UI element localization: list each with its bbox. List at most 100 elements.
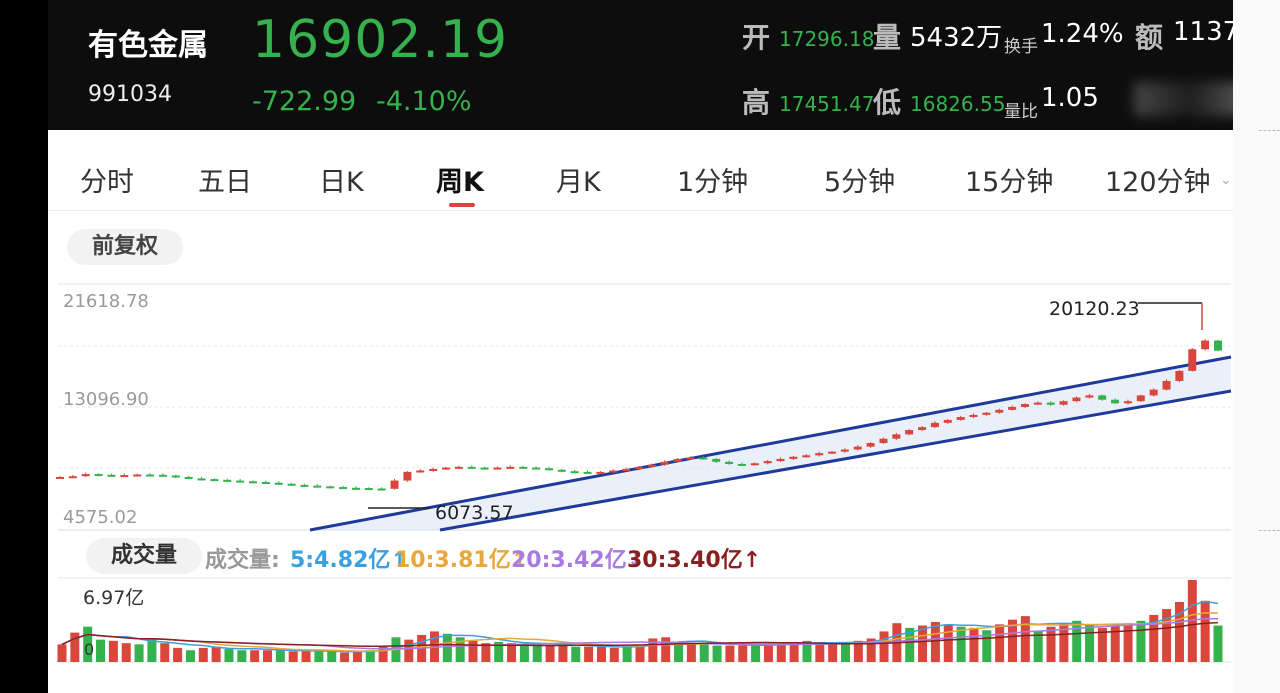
volume-bar — [956, 626, 966, 662]
candle-body — [1149, 389, 1158, 396]
candle-body — [351, 487, 360, 490]
volume-bar — [596, 646, 606, 662]
candle-body — [647, 464, 656, 467]
volume-bar — [519, 644, 529, 662]
candle-body — [1111, 399, 1120, 404]
candle-body — [918, 427, 927, 431]
volume-bar — [173, 647, 183, 662]
candle-body — [943, 419, 952, 423]
volume-bar — [725, 645, 735, 662]
candle-body — [184, 476, 193, 479]
candle-body — [94, 474, 103, 477]
candle-body — [609, 470, 618, 473]
candle-body — [544, 468, 553, 471]
volume-bar — [134, 644, 144, 662]
candle-body — [660, 461, 669, 465]
volume-bar — [327, 651, 337, 662]
volume-bars — [57, 580, 1223, 662]
candle-body — [1214, 340, 1222, 351]
candle-body — [802, 455, 811, 458]
candle-body — [1072, 397, 1081, 402]
volume-bar — [352, 651, 362, 662]
kline-chart[interactable]: 21618.78 13096.90 4575.02 20120.23 6073.… — [0, 0, 1280, 693]
candle-body — [506, 466, 515, 469]
candle-body — [815, 453, 824, 456]
candle-body — [866, 443, 875, 447]
candle-body — [326, 486, 335, 489]
candle-body — [1136, 395, 1145, 402]
volume-bar — [969, 627, 979, 662]
candle-body — [1175, 370, 1184, 381]
candle-body — [403, 471, 412, 481]
volume-bar — [1046, 626, 1056, 662]
high-annotation-label: 20120.23 — [1049, 298, 1140, 320]
candle-body — [750, 463, 759, 466]
volume-bar — [622, 646, 632, 662]
volume-legend-prefix: 成交量: — [205, 548, 280, 573]
candle-body — [1123, 401, 1132, 404]
volume-bar — [943, 624, 953, 662]
candle-body — [570, 471, 579, 474]
candle-body — [1033, 402, 1042, 405]
y-axis-label-mid: 13096.90 — [63, 389, 149, 410]
candle-body — [853, 446, 862, 450]
candle-body — [287, 483, 296, 486]
candle-body — [249, 481, 257, 484]
candle-body — [699, 457, 708, 460]
candle-body — [519, 466, 528, 469]
candle-body — [905, 430, 914, 435]
candle-body — [725, 461, 734, 464]
candle-body — [416, 470, 425, 473]
volume-bar — [263, 650, 273, 662]
volume-bar — [185, 650, 195, 662]
volume-bar — [301, 651, 311, 662]
candle-body — [1085, 395, 1094, 398]
volume-bar — [121, 643, 131, 662]
volume-ma20: 20:3.42亿↓ — [511, 548, 646, 573]
volume-bar — [108, 640, 118, 662]
volume-bar — [635, 645, 645, 662]
candle-body — [171, 475, 180, 478]
candle-body — [480, 467, 489, 470]
volume-bar — [918, 625, 928, 662]
right-edge — [1233, 0, 1280, 693]
volume-bar — [96, 639, 106, 662]
volume-ma5: 5:4.82亿↑ — [290, 548, 409, 573]
volume-bar — [545, 645, 555, 662]
candle-body — [364, 488, 373, 491]
candle-body — [635, 466, 643, 470]
candle-body — [583, 471, 592, 474]
volume-bar — [930, 622, 940, 662]
candle-body — [1008, 406, 1017, 410]
candle-body — [1201, 340, 1210, 350]
candle-body — [776, 458, 785, 462]
volume-bar — [699, 644, 709, 662]
candle-body — [339, 487, 348, 490]
volume-bar — [609, 647, 619, 662]
candle-body — [763, 461, 772, 464]
volume-bar — [160, 643, 170, 662]
volume-indicator-button[interactable]: 成交量 — [86, 538, 202, 574]
candle-body — [557, 469, 566, 472]
candle-body — [493, 467, 502, 470]
volume-bar — [1072, 620, 1082, 662]
volume-bar — [224, 649, 234, 662]
candle-body — [1046, 402, 1055, 405]
candle-body — [828, 451, 836, 454]
candle-body — [120, 475, 129, 478]
candle-body — [81, 474, 90, 477]
volume-bar — [584, 646, 594, 662]
volume-bar — [1200, 600, 1210, 662]
volume-bar — [250, 650, 260, 662]
volume-bar — [571, 646, 581, 662]
low-annotation-label: 6073.57 — [435, 502, 514, 524]
volume-zero-label: 0 — [84, 640, 94, 659]
volume-bar — [1085, 624, 1095, 662]
candle-body — [892, 434, 901, 439]
volume-bar — [442, 633, 452, 662]
candle-body — [673, 458, 682, 462]
candle-body — [56, 476, 64, 479]
volume-bar — [661, 637, 671, 662]
candle-body — [930, 422, 939, 428]
candle-body — [956, 417, 965, 420]
